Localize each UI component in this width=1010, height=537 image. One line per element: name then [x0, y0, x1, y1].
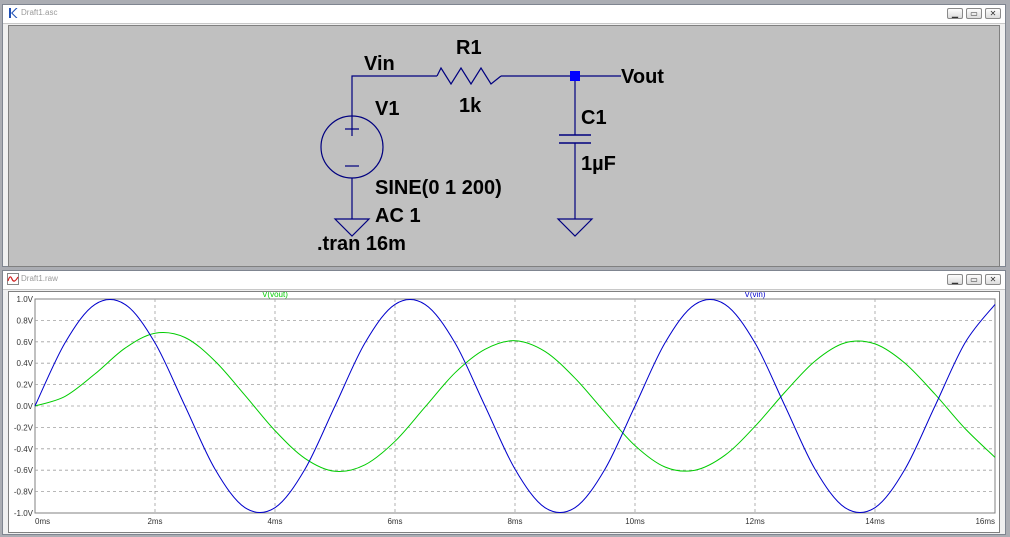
schematic-window: Draft1.asc ▁ ▭ ✕ Vin R1 1k Vout V1 C1 1µ… — [2, 4, 1006, 267]
x-tick-label: 10ms — [625, 517, 645, 526]
junction-node[interactable] — [570, 71, 580, 81]
schematic-drawing: Vin R1 1k Vout V1 C1 1µF SINE(0 1 200) A… — [317, 37, 664, 255]
y-tick-label: 0.8V — [17, 316, 34, 325]
minimize-button[interactable]: ▁ — [947, 274, 963, 285]
schematic-window-title: Draft1.asc — [21, 8, 58, 17]
v1-value[interactable]: SINE(0 1 200) — [375, 177, 502, 199]
close-icon: ✕ — [989, 274, 997, 284]
y-tick-label: -0.4V — [14, 445, 34, 454]
y-tick-label: -0.8V — [14, 488, 34, 497]
x-tick-label: 14ms — [865, 517, 885, 526]
schematic-window-controls: ▁ ▭ ✕ — [947, 8, 1001, 19]
close-button[interactable]: ✕ — [985, 274, 1001, 285]
waveform-window-controls: ▁ ▭ ✕ — [947, 274, 1001, 285]
y-tick-label: 0.2V — [17, 381, 34, 390]
y-tick-label: 0.0V — [17, 402, 34, 411]
schematic-canvas[interactable]: Vin R1 1k Vout V1 C1 1µF SINE(0 1 200) A… — [8, 25, 1000, 267]
waveform-window: Draft1.raw ▁ ▭ ✕ 1.0V 0.8V 0.6V 0.4V 0.2V 0.0… — [2, 270, 1006, 535]
y-tick-label: 0.6V — [17, 338, 34, 347]
waveform-titlebar[interactable]: Draft1.raw ▁ ▭ ✕ — [3, 271, 1005, 290]
waveform-plot-pane[interactable]: 1.0V 0.8V 0.6V 0.4V 0.2V 0.0V -0.2V -0.4V -0.6V -… — [8, 290, 1000, 533]
minimize-button[interactable]: ▁ — [947, 8, 963, 19]
voltage-source-v1[interactable] — [320, 115, 384, 219]
ground-c1[interactable] — [556, 218, 594, 237]
c1-value[interactable]: 1µF — [581, 153, 616, 175]
net-label-vout[interactable]: Vout — [621, 66, 664, 88]
waveform-icon — [7, 273, 19, 285]
trace-label[interactable]: V(vout) — [262, 290, 288, 299]
x-tick-label: 16ms — [975, 517, 995, 526]
x-tick-label: 0ms — [35, 517, 50, 526]
y-tick-label: 0.4V — [17, 359, 34, 368]
trace-labels: V(vout) V(vin) — [262, 290, 766, 299]
spice-directive[interactable]: .tran 16m — [317, 233, 406, 255]
x-tick-label: 12ms — [745, 517, 765, 526]
close-icon: ✕ — [989, 8, 997, 18]
x-axis-ticks: 0ms 2ms 4ms 6ms 8ms 10ms 12ms 14ms 16ms — [35, 517, 995, 526]
x-tick-label: 2ms — [147, 517, 162, 526]
restore-icon: ▭ — [970, 8, 978, 18]
waveform-window-title: Draft1.raw — [21, 274, 58, 283]
r1-name[interactable]: R1 — [456, 37, 482, 59]
v1-name[interactable]: V1 — [375, 98, 399, 120]
v1-ac-value[interactable]: AC 1 — [375, 205, 421, 227]
c1-name[interactable]: C1 — [581, 107, 607, 129]
x-tick-label: 4ms — [267, 517, 282, 526]
y-tick-label: -0.2V — [14, 423, 34, 432]
restore-button[interactable]: ▭ — [966, 274, 982, 285]
y-tick-label: -1.0V — [14, 509, 34, 518]
restore-button[interactable]: ▭ — [966, 8, 982, 19]
trace-label[interactable]: V(vin) — [745, 290, 766, 299]
resistor-r1[interactable] — [436, 66, 502, 86]
x-tick-label: 8ms — [507, 517, 522, 526]
r1-value[interactable]: 1k — [459, 95, 482, 117]
minimize-icon: ▁ — [951, 8, 959, 18]
y-axis-ticks: 1.0V 0.8V 0.6V 0.4V 0.2V 0.0V -0.2V -0.4V -0.6V -… — [14, 295, 34, 518]
minimize-icon: ▁ — [951, 274, 959, 284]
restore-icon: ▭ — [970, 274, 978, 284]
waveform-plot[interactable]: 1.0V 0.8V 0.6V 0.4V 0.2V 0.0V -0.2V -0.4V -0.6V -… — [9, 290, 999, 532]
net-label-vin[interactable]: Vin — [364, 53, 395, 75]
schematic-titlebar[interactable]: Draft1.asc ▁ ▭ ✕ — [3, 5, 1005, 24]
ltspice-k-icon — [9, 8, 18, 18]
y-tick-label: 1.0V — [17, 295, 34, 304]
y-tick-label: -0.6V — [14, 466, 34, 475]
x-tick-label: 6ms — [387, 517, 402, 526]
capacitor-c1[interactable] — [559, 81, 591, 219]
close-button[interactable]: ✕ — [985, 8, 1001, 19]
